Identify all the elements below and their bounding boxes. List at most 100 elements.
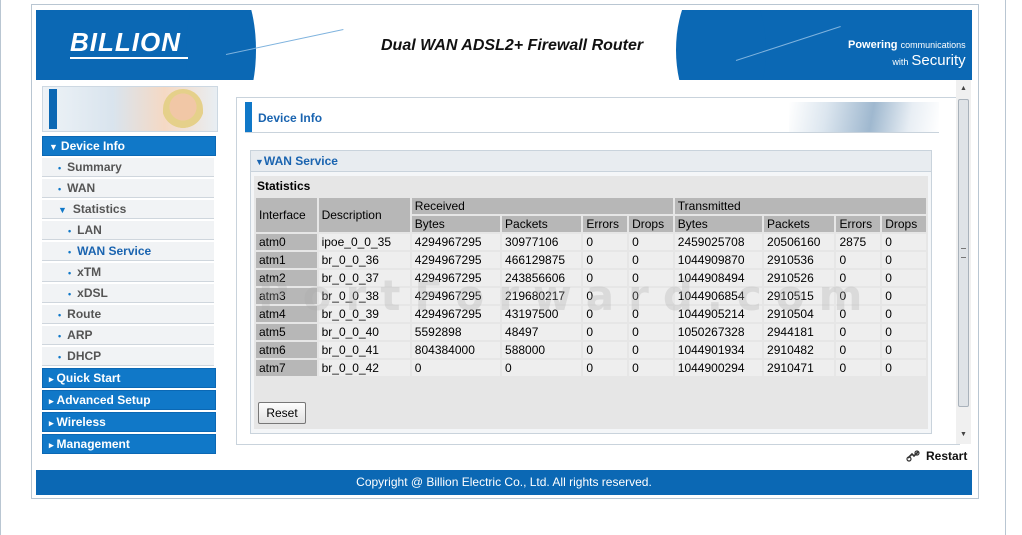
bullet-icon: • — [68, 247, 72, 257]
sidebar-item-label: Route — [67, 307, 102, 321]
cell-description: br_0_0_39 — [318, 306, 410, 322]
triangle-right-icon: ▸ — [49, 440, 54, 450]
cell-tx-drops: 0 — [882, 234, 926, 250]
sidebar-item-device-info[interactable]: ▼ Device Info — [42, 136, 216, 156]
header-rx-packets: Packets — [502, 216, 582, 232]
cell-tx-drops: 0 — [882, 306, 926, 322]
cell-tx-packets: 2910471 — [764, 360, 835, 376]
sidebar-item-summary[interactable]: • Summary — [42, 158, 214, 177]
sidebar-item-wan[interactable]: • WAN — [42, 179, 214, 198]
header-tx-drops: Drops — [882, 216, 926, 232]
tagline-security: Security — [911, 52, 966, 69]
sidebar-item-xdsl[interactable]: • xDSL — [42, 284, 214, 303]
cell-tx-drops: 0 — [882, 270, 926, 286]
cell-interface: atm3 — [256, 288, 317, 304]
header-banner: BILLION Dual WAN ADSL2+ Firewall Router … — [36, 10, 972, 80]
cell-interface: atm0 — [256, 234, 317, 250]
cell-tx-bytes: 1044900294 — [674, 360, 763, 376]
cell-rx-packets: 243856606 — [502, 270, 582, 286]
cell-tx-drops: 0 — [882, 342, 926, 358]
cell-rx-errors: 0 — [583, 270, 628, 286]
sidebar-item-label: Quick Start — [56, 371, 121, 385]
cell-tx-errors: 0 — [836, 270, 881, 286]
header-tx-packets: Packets — [764, 216, 835, 232]
cell-tx-errors: 0 — [836, 306, 881, 322]
triangle-down-icon: ▼ — [58, 205, 67, 215]
scroll-up-icon[interactable]: ▲ — [956, 82, 971, 96]
main-content: Device Info ▼WAN Service Statistics Inte… — [236, 97, 960, 445]
sidebar-item-management[interactable]: ▸ Management — [42, 434, 216, 454]
bullet-icon: • — [58, 310, 62, 320]
header-received: Received — [411, 198, 673, 214]
sidebar-item-quick-start[interactable]: ▸ Quick Start — [42, 368, 216, 388]
cell-tx-errors: 2875 — [836, 234, 881, 250]
triangle-down-icon: ▼ — [49, 142, 58, 152]
sidebar-item-label: xTM — [77, 265, 102, 279]
cell-tx-errors: 0 — [836, 360, 881, 376]
sidebar-item-label: Management — [56, 437, 130, 451]
table-row: atm3 br_0_0_38 4294967295 219680217 0 0 … — [256, 288, 926, 304]
billion-logo: BILLION — [70, 27, 181, 57]
sidebar-item-label: ARP — [67, 328, 93, 342]
cell-rx-packets: 466129875 — [502, 252, 582, 268]
bullet-icon: • — [68, 268, 72, 278]
sidebar-item-wireless[interactable]: ▸ Wireless — [42, 412, 216, 432]
cell-rx-bytes: 4294967295 — [411, 252, 501, 268]
sidebar-item-statistics[interactable]: ▼ Statistics — [42, 200, 214, 219]
sidebar-item-label: Statistics — [72, 202, 127, 216]
table-row: atm7 br_0_0_42 0 0 0 0 1044900294 291047… — [256, 360, 926, 376]
scroll-down-icon[interactable]: ▼ — [956, 428, 971, 442]
header-tx-errors: Errors — [836, 216, 881, 232]
cell-tx-bytes: 1044905214 — [674, 306, 763, 322]
cell-tx-bytes: 1044908494 — [674, 270, 763, 286]
tagline-communications: communications — [900, 40, 966, 50]
sidebar-item-route[interactable]: • Route — [42, 305, 214, 324]
header-transmitted: Transmitted — [674, 198, 926, 214]
tagline-powering: Powering — [848, 39, 898, 51]
cell-tx-bytes: 1044909870 — [674, 252, 763, 268]
triangle-right-icon: ▸ — [49, 418, 54, 428]
statistics-label: Statistics — [257, 179, 311, 193]
sidebar-item-arp[interactable]: • ARP — [42, 326, 214, 345]
cell-tx-packets: 2910504 — [764, 306, 835, 322]
restart-link[interactable]: Restart — [906, 449, 967, 463]
page-title: Device Info — [258, 111, 323, 125]
triangle-right-icon: ▸ — [49, 396, 54, 406]
triangle-right-icon: ▸ — [49, 374, 54, 384]
triangle-down-icon: ▼ — [255, 157, 264, 167]
cell-description: ipoe_0_0_35 — [318, 234, 410, 250]
woman-photo-icon — [163, 89, 203, 129]
cell-rx-errors: 0 — [583, 360, 628, 376]
sidebar-item-label: Device Info — [60, 139, 125, 153]
main-scrollbar[interactable]: ▲ ▼ — [956, 80, 971, 444]
cell-tx-drops: 0 — [882, 324, 926, 340]
cell-rx-errors: 0 — [583, 234, 628, 250]
cell-rx-bytes: 4294967295 — [411, 306, 501, 322]
sidebar-item-lan[interactable]: • LAN — [42, 221, 214, 240]
scroll-thumb[interactable] — [958, 99, 969, 407]
header-rx-errors: Errors — [583, 216, 628, 232]
wan-service-header[interactable]: ▼WAN Service — [251, 151, 931, 172]
title-accent — [245, 102, 252, 132]
sidebar-item-wan-service[interactable]: • WAN Service — [42, 242, 214, 261]
cell-tx-drops: 0 — [882, 252, 926, 268]
cell-rx-drops: 0 — [629, 342, 673, 358]
tagline-with: with — [892, 57, 909, 67]
table-row: atm1 br_0_0_36 4294967295 466129875 0 0 … — [256, 252, 926, 268]
sidebar-item-advanced-setup[interactable]: ▸ Advanced Setup — [42, 390, 216, 410]
cell-interface: atm4 — [256, 306, 317, 322]
router-title: Dual WAN ADSL2+ Firewall Router — [381, 37, 644, 54]
cell-tx-errors: 0 — [836, 324, 881, 340]
cell-rx-drops: 0 — [629, 360, 673, 376]
reset-button[interactable]: Reset — [258, 402, 306, 424]
sidebar-item-xtm[interactable]: • xTM — [42, 263, 214, 282]
page-right-border — [1005, 0, 1006, 535]
sidebar-item-label: LAN — [77, 223, 102, 237]
sidebar-photo — [42, 86, 218, 132]
sidebar-item-dhcp[interactable]: • DHCP — [42, 347, 214, 366]
table-row: atm4 br_0_0_39 4294967295 43197500 0 0 1… — [256, 306, 926, 322]
sidebar-item-label: DHCP — [67, 349, 102, 363]
cell-rx-packets: 219680217 — [502, 288, 582, 304]
cell-rx-drops: 0 — [629, 234, 673, 250]
cell-rx-bytes: 4294967295 — [411, 288, 501, 304]
